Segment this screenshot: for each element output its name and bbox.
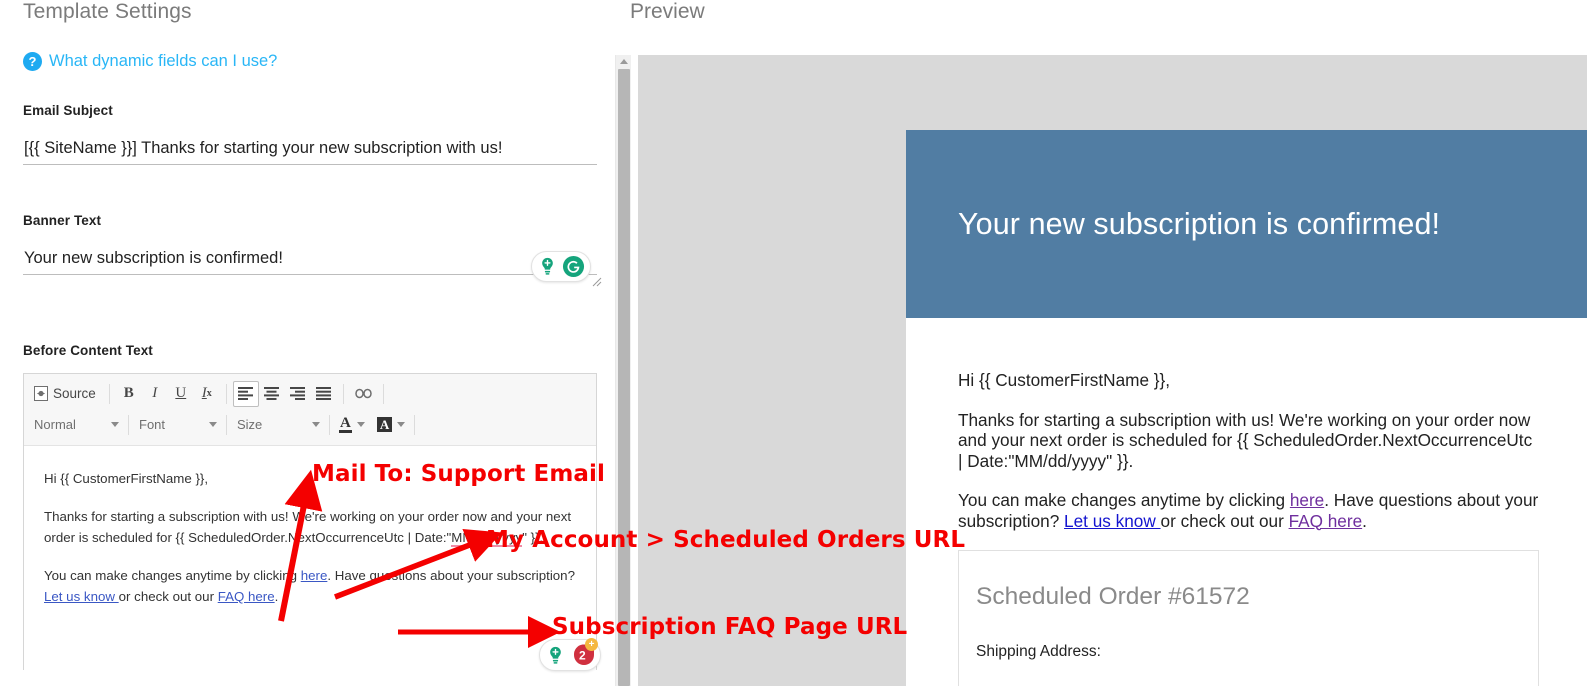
editor-link-let-us-know[interactable]: Let us know	[44, 589, 119, 604]
editor-changes-text-b: . Have questions about your subscription…	[327, 568, 575, 583]
toolbar-divider	[342, 383, 344, 404]
italic-button[interactable]: I	[142, 381, 168, 407]
editor-toolbar-row-2: Normal Font Size A A	[30, 409, 590, 440]
paragraph-format-value: Normal	[34, 417, 76, 432]
page-title: Template Settings	[23, 0, 192, 23]
email-subject-label: Email Subject	[23, 103, 113, 118]
preview-changes-text-c: or check out our	[1160, 510, 1289, 531]
align-center-button[interactable]	[259, 381, 285, 407]
editor-paragraph-changes: You can make changes anytime by clicking…	[44, 565, 578, 607]
svg-text:2: 2	[579, 649, 586, 663]
background-color-letter: A	[376, 417, 393, 432]
grammarly-assistant-icon	[542, 257, 553, 275]
preview-link-let-us-know[interactable]: Let us know	[1064, 511, 1161, 531]
scheduled-order-box: Scheduled Order #61572 Shipping Address:	[958, 550, 1539, 686]
rich-text-editor: Source B I U Ix Normal Font Size A A Hi …	[23, 373, 597, 678]
email-preview-card: Your new subscription is confirmed! Hi {…	[906, 130, 1587, 686]
dynamic-fields-help-label: What dynamic fields can I use?	[49, 52, 278, 70]
remove-format-button[interactable]: Ix	[194, 381, 220, 407]
text-color-letter: A	[339, 415, 352, 433]
before-content-text-label: Before Content Text	[23, 343, 153, 358]
preview-title: Preview	[630, 0, 705, 23]
shipping-address-label: Shipping Address:	[976, 643, 1101, 660]
banner-text-input[interactable]	[23, 249, 597, 275]
align-right-button[interactable]	[285, 381, 311, 407]
editor-toolbar-row-1: Source B I U Ix	[30, 378, 590, 409]
source-button-label: Source	[53, 386, 96, 401]
annotation-my-account-scheduled-orders-url: My Account > Scheduled Orders URL	[486, 527, 966, 553]
email-banner: Your new subscription is confirmed!	[906, 130, 1587, 318]
paragraph-format-dropdown[interactable]: Normal	[30, 413, 122, 437]
textarea-resize-handle[interactable]	[592, 277, 602, 287]
chevron-down-icon	[312, 422, 320, 427]
chevron-down-icon	[356, 422, 365, 427]
scheduled-order-title: Scheduled Order #61572	[976, 583, 1250, 610]
grammarly-logo-icon	[562, 255, 585, 278]
email-subject-input[interactable]	[23, 139, 597, 165]
align-justify-button[interactable]	[311, 381, 337, 407]
editor-link-faq-here[interactable]: FAQ here	[218, 589, 275, 604]
template-settings-pane: Template Settings ? What dynamic fields …	[0, 0, 608, 686]
grammarly-badge-banner[interactable]	[531, 251, 591, 282]
scroll-up-arrow-icon[interactable]	[620, 59, 628, 64]
question-mark-circle-icon: ?	[23, 52, 42, 71]
chevron-down-icon	[209, 422, 217, 427]
preview-paragraph-changes: You can make changes anytime by clicking…	[958, 490, 1539, 531]
preview-vertical-scrollbar[interactable]	[615, 55, 631, 686]
align-center-icon	[264, 387, 280, 400]
chevron-down-icon	[397, 422, 406, 427]
email-banner-text: Your new subscription is confirmed!	[958, 206, 1441, 241]
source-button[interactable]: Source	[30, 381, 103, 407]
font-size-dropdown[interactable]: Size	[233, 413, 323, 437]
pane-divider	[631, 55, 638, 686]
toolbar-divider	[128, 414, 129, 435]
toolbar-divider	[225, 383, 227, 404]
email-body: Hi {{ CustomerFirstName }}, Thanks for s…	[906, 318, 1587, 686]
source-code-icon	[34, 386, 48, 401]
editor-link-here[interactable]: here	[301, 568, 328, 583]
preview-link-faq-here[interactable]: FAQ here	[1289, 511, 1363, 531]
link-button[interactable]	[350, 381, 377, 407]
font-size-value: Size	[237, 417, 263, 432]
editor-changes-text-a: You can make changes anytime by clicking	[44, 568, 301, 583]
chevron-down-icon	[111, 422, 119, 427]
text-color-button[interactable]: A	[336, 416, 368, 433]
toolbar-divider	[108, 383, 110, 404]
font-family-dropdown[interactable]: Font	[135, 413, 220, 437]
preview-canvas: Your new subscription is confirmed! Hi {…	[638, 55, 1587, 686]
underline-button[interactable]: U	[168, 381, 194, 407]
preview-link-here[interactable]: here	[1290, 490, 1324, 510]
align-left-icon	[238, 387, 254, 400]
annotation-subscription-faq-page-url: Subscription FAQ Page URL	[552, 614, 908, 640]
editor-toolbar: Source B I U Ix Normal Font Size A A	[24, 374, 596, 446]
toolbar-divider	[329, 414, 330, 435]
editor-changes-text-c: or check out our	[118, 589, 218, 604]
preview-paragraph-thanks: Thanks for starting a subscription with …	[958, 409, 1533, 471]
background-color-button[interactable]: A	[374, 417, 408, 432]
banner-text-label: Banner Text	[23, 213, 102, 228]
toolbar-divider	[382, 383, 384, 404]
link-icon	[355, 388, 372, 399]
grammarly-assistant-icon	[550, 646, 561, 664]
align-left-button[interactable]	[232, 380, 259, 407]
email-template-editor-screen: Template Settings ? What dynamic fields …	[0, 0, 1587, 686]
annotation-mail-to-support-email: Mail To: Support Email	[312, 461, 606, 487]
grammarly-badge-editor[interactable]: 2 +	[539, 638, 601, 671]
preview-changes-text-d: .	[1362, 510, 1367, 531]
editor-changes-text-d: .	[274, 589, 279, 604]
font-family-value: Font	[139, 417, 166, 432]
scrollbar-thumb[interactable]	[618, 69, 630, 686]
align-right-icon	[290, 387, 306, 400]
preview-paragraph-greeting: Hi {{ CustomerFirstName }},	[958, 370, 1171, 390]
align-justify-icon	[316, 387, 332, 400]
bold-button[interactable]: B	[116, 381, 142, 407]
preview-changes-text-a: You can make changes anytime by clicking	[958, 490, 1290, 510]
preview-pane: Preview Your new subscription is confirm…	[630, 0, 1587, 686]
dynamic-fields-help-link[interactable]: ? What dynamic fields can I use?	[23, 52, 277, 71]
grammarly-issue-count-badge[interactable]: 2 +	[570, 638, 598, 667]
toolbar-divider	[226, 414, 227, 435]
toolbar-divider	[414, 414, 416, 435]
